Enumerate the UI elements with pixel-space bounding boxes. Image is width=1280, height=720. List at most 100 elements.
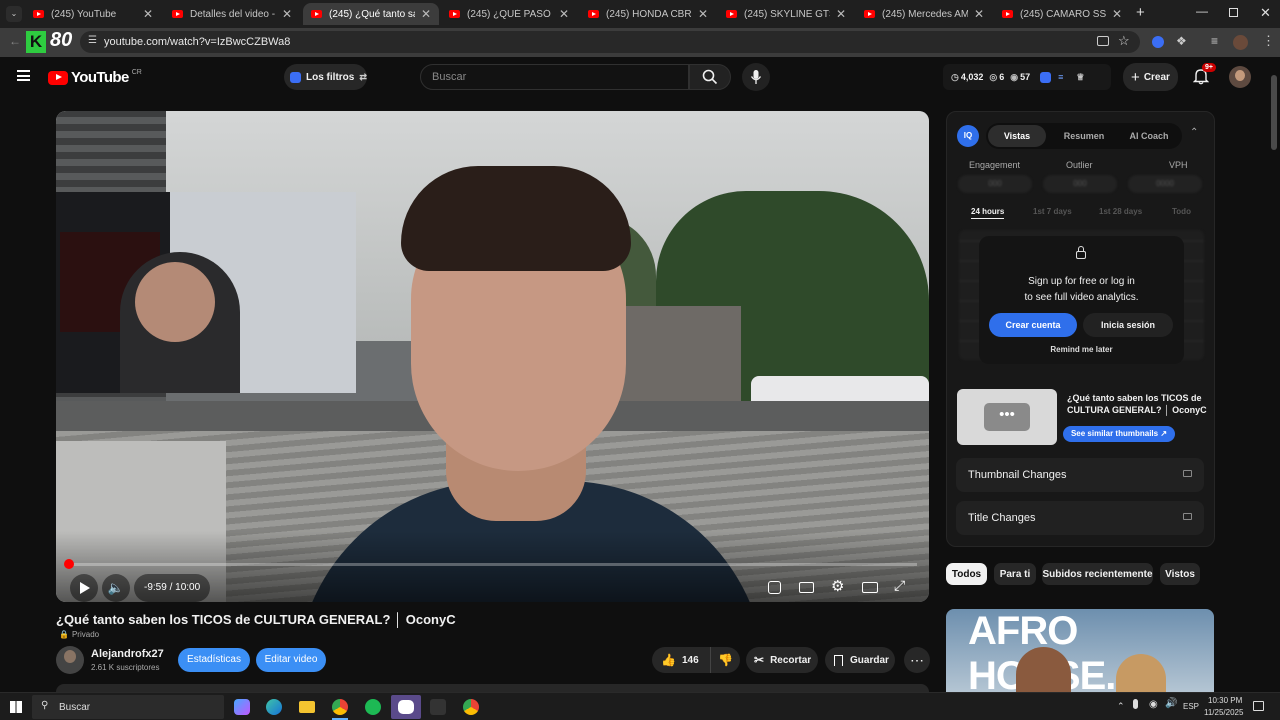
browser-tab[interactable]: (245) Mercedes AMG A45 ✕	[856, 3, 992, 25]
network-tray-icon[interactable]: ◉	[1149, 699, 1158, 710]
taskbar-date[interactable]: 11/25/2025	[1204, 708, 1243, 717]
vidiq-stats-bar[interactable]: ◷ 4,032 ◎ 6 ◉ 57 ≡ ♕	[943, 64, 1111, 90]
tab-close-icon[interactable]: ✕	[559, 7, 569, 21]
subtitles-icon[interactable]	[799, 582, 814, 593]
tab-close-icon[interactable]: ✕	[421, 7, 431, 21]
more-actions-button[interactable]: ⋯	[904, 647, 930, 673]
youtube-logo[interactable]: YouTube CR	[48, 69, 142, 86]
tab-close-icon[interactable]: ✕	[1112, 7, 1122, 21]
tab-close-icon[interactable]: ✕	[282, 7, 292, 21]
range-all[interactable]: Todo	[1172, 207, 1191, 216]
collapse-chevron-icon[interactable]: ⌃	[1190, 127, 1198, 138]
voice-search-button[interactable]	[742, 63, 770, 91]
back-arrow-icon[interactable]: ←	[9, 34, 21, 48]
profile-avatar[interactable]	[1233, 35, 1248, 50]
language-indicator[interactable]: ESP	[1183, 702, 1199, 711]
thumbnail-preview[interactable]: •••	[957, 389, 1057, 445]
search-button[interactable]	[689, 64, 731, 90]
discord-app-icon[interactable]	[391, 695, 421, 719]
remind-later-link[interactable]: Remind me later	[979, 345, 1184, 354]
copilot-app-icon[interactable]	[234, 699, 250, 715]
channel-avatar[interactable]	[56, 646, 84, 674]
progress-bar-track[interactable]	[64, 559, 917, 569]
notification-center-icon[interactable]	[1253, 701, 1264, 711]
chip-todos[interactable]: Todos	[946, 563, 987, 585]
range-28-days[interactable]: 1st 28 days	[1099, 207, 1142, 216]
range-7-days[interactable]: 1st 7 days	[1033, 207, 1072, 216]
chrome-profile-app-icon[interactable]	[463, 699, 479, 715]
play-button[interactable]	[70, 574, 98, 602]
close-window-button[interactable]: ✕	[1260, 5, 1271, 21]
save-button[interactable]: Guardar	[825, 647, 895, 673]
dark-app-icon[interactable]	[430, 699, 446, 715]
browser-tab[interactable]: (245) ¿QUÉ PASÓ CON EL ✕	[441, 3, 577, 25]
panel-tab-vistas[interactable]: Vistas	[988, 125, 1046, 147]
browser-menu-icon[interactable]: ⋮	[1262, 33, 1275, 49]
edge-app-icon[interactable]	[266, 699, 282, 715]
privacy-label: Privado	[71, 630, 100, 639]
like-button[interactable]: 👍 146	[652, 647, 704, 673]
tab-search-dropdown-icon[interactable]: ⌄	[6, 6, 22, 22]
browser-tab[interactable]: (245) CAMARO SS SUPER ✕	[994, 3, 1130, 25]
video-player[interactable]: 🔈 -9:59 / 10:00 ⚙ ⤢	[56, 111, 929, 602]
windows-start-icon[interactable]	[10, 701, 22, 713]
spotify-app-icon[interactable]	[365, 699, 381, 715]
bookmark-star-icon[interactable]: ☆	[1118, 33, 1130, 49]
analytics-button[interactable]: Estadísticas	[178, 648, 250, 672]
chip-para-ti[interactable]: Para ti	[994, 563, 1036, 585]
account-avatar[interactable]	[1229, 66, 1251, 88]
login-button[interactable]: Inicia sesión	[1083, 313, 1173, 337]
filters-button[interactable]: Los filtros ⇄	[284, 64, 367, 90]
similar-thumbnails-button[interactable]: See similar thumbnails ↗	[1063, 426, 1175, 442]
create-button[interactable]: + Crear	[1123, 63, 1178, 91]
panel-tab-resumen[interactable]: Resumen	[1054, 125, 1114, 147]
theater-mode-icon[interactable]	[862, 582, 878, 593]
extensions-puzzle-icon[interactable]: ❖	[1176, 34, 1187, 48]
hamburger-menu-icon[interactable]	[17, 70, 30, 81]
tab-close-icon[interactable]: ✕	[836, 7, 846, 21]
minimize-window-button[interactable]: —	[1196, 4, 1208, 18]
progress-scrubber[interactable]	[64, 559, 74, 569]
chip-subidos-recientemente[interactable]: Subidos recientemente	[1042, 563, 1153, 585]
range-24-hours[interactable]: 24 hours	[971, 207, 1004, 216]
notifications-button[interactable]: 9+	[1193, 63, 1216, 85]
channel-name[interactable]: Alejandrofx27	[91, 648, 164, 660]
extension-vidiq-icon[interactable]	[1152, 36, 1164, 48]
browser-tab[interactable]: (245) HONDA CBR1000rr ✕	[580, 3, 716, 25]
vidiq-player-icon[interactable]	[768, 581, 781, 594]
volume-tray-icon[interactable]: 🔊	[1165, 698, 1177, 709]
tab-close-icon[interactable]: ✕	[143, 7, 153, 21]
dislike-button[interactable]: 👎	[710, 647, 740, 673]
edit-video-button[interactable]: Editar video	[256, 648, 326, 672]
browser-tab[interactable]: (245) ¿Qué tanto saben los TICOS ✕	[303, 3, 439, 25]
chrome-app-icon[interactable]	[332, 699, 348, 715]
panel-tab-ai-coach[interactable]: AI Coach	[1118, 125, 1180, 147]
file-explorer-app-icon[interactable]	[299, 701, 315, 713]
clip-button[interactable]: ✂ Recortar	[746, 647, 818, 673]
search-input[interactable]: Buscar	[420, 64, 689, 90]
new-tab-button[interactable]: +	[1136, 4, 1145, 21]
settings-gear-icon[interactable]: ⚙	[831, 577, 844, 595]
install-app-icon[interactable]	[1097, 36, 1109, 46]
page-scrollbar[interactable]	[1271, 75, 1277, 150]
taskbar-time[interactable]: 10:30 PM	[1208, 696, 1242, 705]
tab-close-icon[interactable]: ✕	[974, 7, 984, 21]
recommended-video-thumbnail[interactable]: AFRO HOUSE.	[946, 609, 1214, 692]
thumbnail-changes-row[interactable]: Thumbnail Changes	[956, 458, 1204, 492]
browser-tab[interactable]: (245) SKYLINE GTS 33 1996 ✕	[718, 3, 854, 25]
microphone-tray-icon[interactable]	[1133, 699, 1138, 709]
taskbar-search[interactable]: ⚲ Buscar	[32, 695, 224, 719]
create-account-button[interactable]: Crear cuenta	[989, 313, 1077, 337]
fullscreen-icon[interactable]: ⤢	[894, 577, 905, 594]
volume-button[interactable]: 🔈	[102, 574, 130, 602]
address-bar[interactable]: ☰ youtube.com/watch?v=IzBwcCZBWa8	[80, 31, 1140, 53]
tab-close-icon[interactable]: ✕	[698, 7, 708, 21]
browser-tab[interactable]: (245) YouTube ✕	[25, 3, 161, 25]
tray-chevron-icon[interactable]: ⌃	[1117, 701, 1125, 712]
chip-vistos[interactable]: Vistos	[1160, 563, 1200, 585]
reading-list-icon[interactable]: ≡	[1211, 34, 1218, 48]
title-changes-row[interactable]: Title Changes	[956, 501, 1204, 535]
restore-window-button[interactable]	[1229, 8, 1238, 17]
browser-tab[interactable]: Detalles del video - YouTube Studio ✕	[164, 3, 300, 25]
site-info-icon[interactable]: ☰	[88, 35, 97, 46]
